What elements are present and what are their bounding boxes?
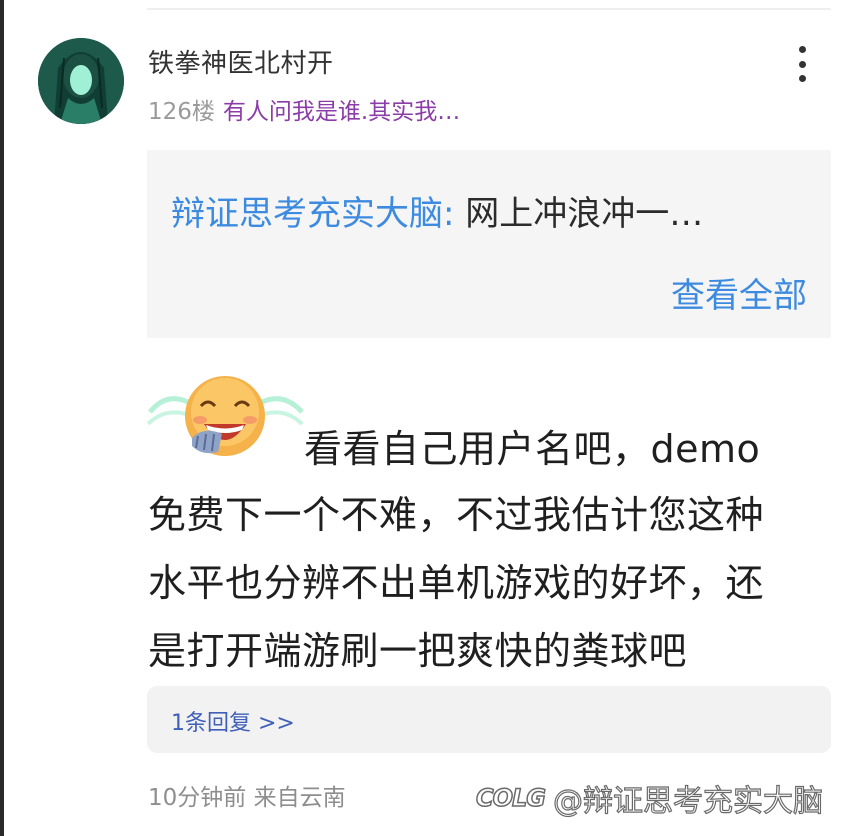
floor-number: 126楼 xyxy=(148,99,215,125)
more-dot-icon xyxy=(798,60,806,68)
floor-info: 126楼 有人问我是谁.其实我… xyxy=(148,92,460,126)
more-dot-icon xyxy=(798,75,806,82)
avatar[interactable] xyxy=(38,38,124,124)
replies-link[interactable]: 1条回复 >> xyxy=(171,705,295,737)
comment-text-line: 水平也分辨不出单机游戏的好坏，还 xyxy=(148,561,765,605)
laughing-crying-emoji-icon xyxy=(146,376,304,456)
comment-text-line: 是打开端游刷一把爽快的粪球吧 xyxy=(148,629,688,673)
view-all-link[interactable]: 查看全部 xyxy=(671,268,807,317)
comment-text-line: 免费下一个不难，不过我估计您这种 xyxy=(148,493,765,537)
floor-quote-link[interactable]: 有人问我是谁.其实我… xyxy=(223,99,460,125)
top-divider xyxy=(147,8,831,10)
quoted-reply-text: 网上冲浪冲一… xyxy=(454,194,704,234)
more-dot-icon xyxy=(798,46,806,53)
comment-page: 铁拳神医北村开 126楼 有人问我是谁.其实我… 辩证思考充实大脑: 网上冲浪冲一… xyxy=(0,0,867,836)
more-options-button[interactable] xyxy=(786,44,818,84)
comment-meta: 10分钟前 来自云南 xyxy=(148,785,346,811)
comment-text-line: 看看自己用户名吧，demo xyxy=(304,427,761,471)
replies-bar[interactable]: 1条回复 >> xyxy=(147,686,831,753)
watermark-text: @辩证思考充实大脑 xyxy=(552,783,824,819)
username[interactable]: 铁拳神医北村开 xyxy=(148,43,334,80)
quoted-reply-box[interactable]: 辩证思考充实大脑: 网上冲浪冲一… 查看全部 xyxy=(147,150,831,338)
left-border xyxy=(0,0,4,836)
avatar-image xyxy=(38,38,124,124)
watermark-logo: COLG xyxy=(475,783,547,813)
watermark: COLG @辩证思考充实大脑 xyxy=(475,776,824,820)
quoted-reply-author[interactable]: 辩证思考充实大脑: xyxy=(171,194,454,234)
quoted-reply-line: 辩证思考充实大脑: 网上冲浪冲一… xyxy=(171,186,703,235)
